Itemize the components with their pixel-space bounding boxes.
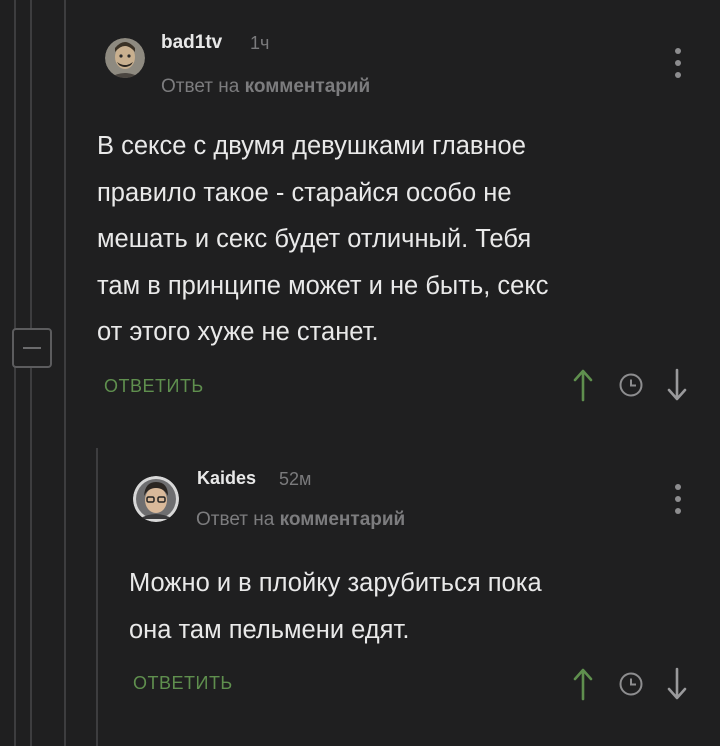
more-vertical-icon [675, 48, 681, 54]
comment-author[interactable]: Kaides [197, 468, 256, 489]
arrow-down-icon[interactable] [666, 667, 688, 701]
comment-line: там в принципе может и не быть, секс [97, 271, 549, 300]
clock-icon[interactable] [618, 372, 644, 398]
comment-menu-button[interactable] [674, 484, 682, 520]
avatar-image [105, 38, 145, 78]
arrow-down-icon[interactable] [666, 368, 688, 402]
reply-button[interactable]: ОТВЕТИТЬ [104, 376, 204, 397]
more-vertical-icon [675, 484, 681, 490]
comment-body: Можно и в плойку зарубиться пока она там… [129, 560, 542, 653]
comment-line: мешать и секс будет отличный. Тебя [97, 225, 532, 253]
arrow-up-icon[interactable] [572, 368, 594, 402]
comment-reply: Kaides 52м Ответ на комментарий Можно и … [0, 440, 720, 746]
comment-time: 1ч [250, 33, 270, 53]
comment: bad1tv 1ч Ответ на комментарий В сексе с… [0, 0, 720, 440]
comment-line: В сексе с двумя девушками главное [97, 132, 526, 160]
comment-author[interactable]: bad1tv [161, 32, 222, 54]
arrow-up-icon[interactable] [572, 667, 594, 701]
clock-icon[interactable] [618, 671, 644, 697]
avatar[interactable] [105, 38, 145, 78]
reply-to-label: Ответ на комментарий [196, 509, 405, 531]
avatar-image [133, 476, 179, 522]
avatar[interactable] [133, 476, 179, 522]
vote-controls [572, 368, 688, 402]
reply-to-link[interactable]: комментарий [280, 509, 406, 530]
comment-line: от этого хуже не станет. [97, 318, 379, 346]
comment-menu-button[interactable] [674, 48, 682, 84]
comment-body: В сексе с двумя девушками главное правил… [97, 123, 549, 356]
comment-line: Можно и в плойку зарубиться пока [129, 569, 542, 597]
reply-to-prefix: Ответ на [196, 509, 275, 530]
comment-time: 52м [279, 469, 312, 489]
reply-to-link[interactable]: комментарий [245, 76, 371, 97]
comment-line: она там пельмени едят. [129, 615, 410, 644]
reply-to-label: Ответ на комментарий [161, 76, 370, 98]
comment-line: правило такое - старайся особо не [97, 178, 512, 207]
reply-to-prefix: Ответ на [161, 76, 240, 97]
reply-button[interactable]: ОТВЕТИТЬ [133, 673, 233, 694]
vote-controls [572, 667, 688, 701]
